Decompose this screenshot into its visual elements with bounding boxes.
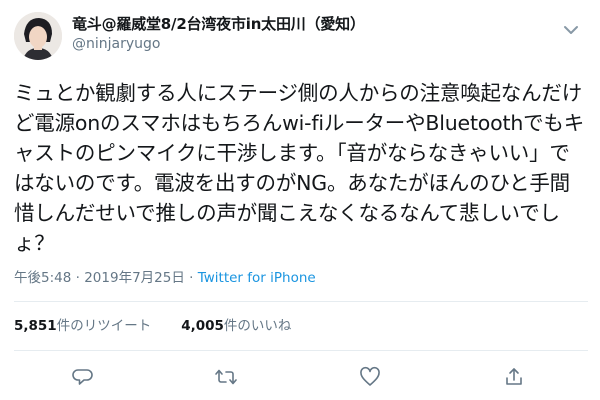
heart-icon[interactable] xyxy=(358,365,382,389)
like-count: 4,005 xyxy=(181,318,224,334)
retweet-count: 5,851 xyxy=(14,318,57,334)
retweet-stat[interactable]: 5,851件のリツイート xyxy=(14,318,151,334)
like-stat[interactable]: 4,005件のいいね xyxy=(181,318,291,334)
like-label: 件のいいね xyxy=(223,318,292,334)
divider xyxy=(14,350,588,351)
display-name[interactable]: 竜斗@羅威堂8/2台湾夜市in太田川（愛知） xyxy=(72,14,365,34)
reply-icon[interactable] xyxy=(71,365,95,389)
tweet-meta: 午後5:48 · 2019年7月25日 · Twitter for iPhone xyxy=(14,268,316,288)
tweet-time[interactable]: 午後5:48 xyxy=(14,270,71,286)
chevron-down-icon[interactable] xyxy=(562,22,580,36)
action-bar xyxy=(0,363,600,393)
user-names: 竜斗@羅威堂8/2台湾夜市in太田川（愛知） @ninjaryugo xyxy=(72,14,365,54)
meta-separator: · xyxy=(75,270,80,286)
user-handle[interactable]: @ninjaryugo xyxy=(72,34,365,54)
tweet-header: 竜斗@羅威堂8/2台湾夜市in太田川（愛知） @ninjaryugo xyxy=(14,8,590,64)
tweet-source-link[interactable]: Twitter for iPhone xyxy=(198,270,316,286)
share-icon[interactable] xyxy=(502,365,526,389)
divider xyxy=(14,301,588,302)
retweet-label: 件のリツイート xyxy=(56,318,152,334)
tweet-text: ミュとか観劇する人にステージ側の人からの注意喚起なんだけど電源onのスマホはもち… xyxy=(14,81,585,255)
tweet-card: 竜斗@羅威堂8/2台湾夜市in太田川（愛知） @ninjaryugo ミュとか観… xyxy=(0,0,600,400)
tweet-stats: 5,851件のリツイート 4,005件のいいね xyxy=(14,316,291,336)
meta-separator: · xyxy=(189,270,194,286)
retweet-icon[interactable] xyxy=(214,365,238,389)
tweet-date[interactable]: 2019年7月25日 xyxy=(84,270,185,286)
avatar[interactable] xyxy=(14,12,62,60)
